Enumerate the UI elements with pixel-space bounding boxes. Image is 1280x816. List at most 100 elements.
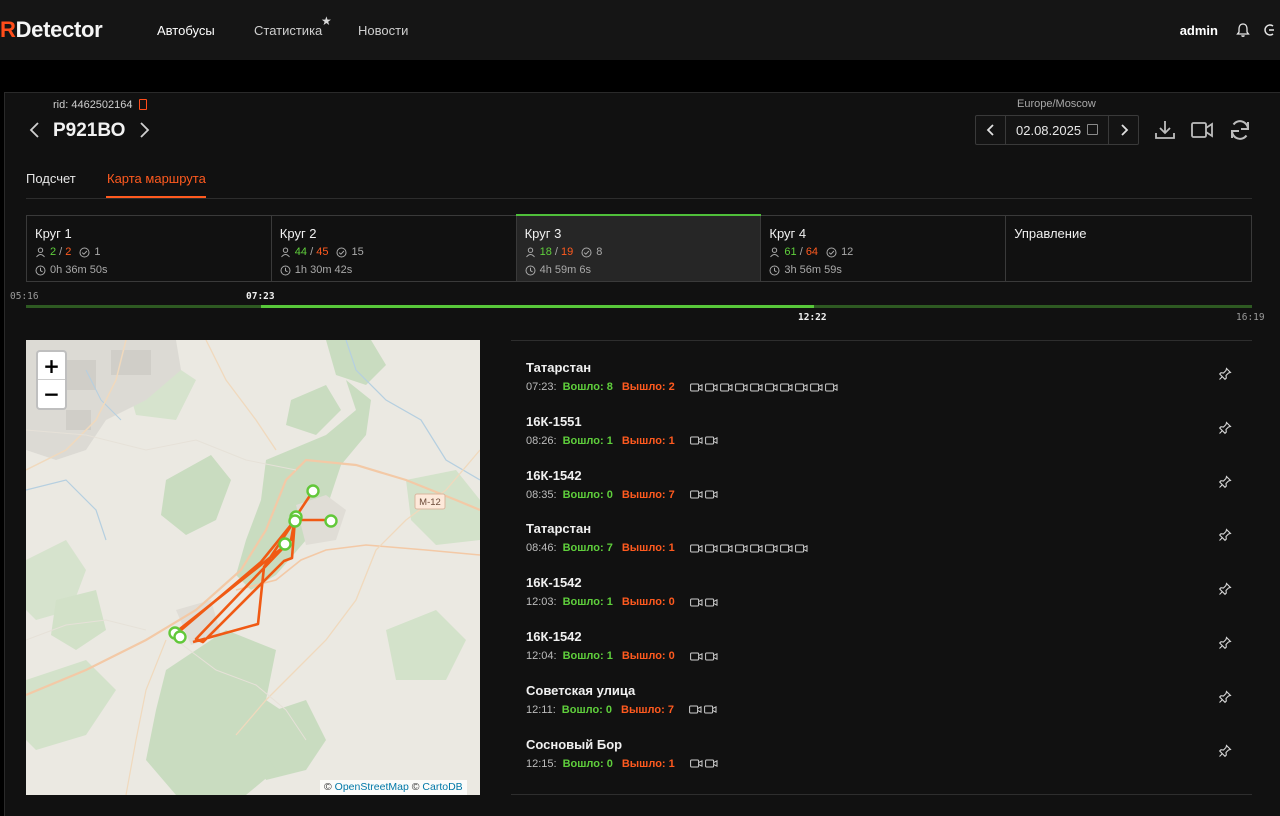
camera-icon[interactable] <box>734 544 748 553</box>
pin-icon[interactable] <box>1218 367 1232 381</box>
zoom-in-button[interactable]: + <box>38 352 65 380</box>
stop-row[interactable]: Сосновый Бор 12:15: Вошло: 0 Вышло: 1 <box>511 726 1252 780</box>
timeline-selected-end: 12:22 <box>798 312 827 323</box>
next-date-button[interactable] <box>1108 116 1138 144</box>
stop-marker <box>306 484 320 498</box>
prev-vehicle-icon[interactable] <box>27 120 43 140</box>
camera-icon[interactable] <box>794 544 808 553</box>
stops-list: Татарстан 07:23: Вошло: 8 Вышло: 2 16К-1551 0… <box>511 340 1252 795</box>
camera-icon[interactable] <box>704 652 718 661</box>
nav-buses[interactable]: Автобусы <box>157 23 215 38</box>
clock-icon <box>35 265 46 275</box>
camera-icon[interactable] <box>704 544 718 553</box>
camera-icon[interactable] <box>764 544 778 553</box>
copy-icon[interactable] <box>139 99 147 110</box>
pin-icon[interactable] <box>1218 475 1232 489</box>
logout-icon[interactable] <box>1262 22 1276 38</box>
lap-in: 44 <box>294 246 308 258</box>
stop-row[interactable]: Советская улица 12:11: Вошло: 0 Вышло: 7 <box>511 672 1252 726</box>
calendar-icon[interactable] <box>1087 124 1098 135</box>
camera-icon[interactable] <box>689 652 703 661</box>
camera-icon[interactable] <box>689 598 703 607</box>
lap-card-3[interactable]: Круг 3 18 / 19 8 4h 59m 6s <box>515 214 762 281</box>
lap-duration: 1h 30m 42s <box>294 264 353 276</box>
pin-icon[interactable] <box>1218 636 1232 650</box>
pin-icon[interactable] <box>1218 690 1232 704</box>
bell-icon[interactable] <box>1236 22 1250 38</box>
stop-meta: 12:04: Вошло: 1 Вышло: 0 <box>526 650 718 662</box>
camera-icon[interactable] <box>764 383 778 392</box>
camera-icon[interactable] <box>704 383 718 392</box>
lap-checks: 12 <box>841 246 854 258</box>
tab-route-map[interactable]: Карта маршрута <box>107 171 206 186</box>
pin-icon[interactable] <box>1218 744 1232 758</box>
camera-icon[interactable] <box>719 383 733 392</box>
stop-row[interactable]: 16К-1542 08:35: Вошло: 0 Вышло: 7 <box>511 457 1252 511</box>
camera-icon[interactable] <box>689 490 703 499</box>
camera-icon[interactable] <box>719 544 733 553</box>
stop-row[interactable]: 16К-1542 12:03: Вошло: 1 Вышло: 0 <box>511 564 1252 618</box>
camera-icon[interactable] <box>809 383 823 392</box>
pin-icon[interactable] <box>1218 582 1232 596</box>
lap-duration-row: 0h 36m 50s <box>35 264 107 276</box>
stop-row[interactable]: 16К-1551 08:26: Вошло: 1 Вышло: 1 <box>511 403 1252 457</box>
timeline-selected-range[interactable] <box>261 305 815 308</box>
lap-card-4[interactable]: Круг 4 61 / 64 12 3h 56m 59s <box>761 216 1007 281</box>
tab-count[interactable]: Подсчет <box>26 171 76 186</box>
clock-icon <box>769 265 780 275</box>
camera-icon[interactable] <box>794 383 808 392</box>
camera-icon[interactable] <box>689 436 703 445</box>
camera-icon[interactable] <box>779 383 793 392</box>
camera-icon[interactable] <box>689 759 703 768</box>
carto-link[interactable]: CartoDB <box>422 781 462 793</box>
stop-meta: 12:15: Вошло: 0 Вышло: 1 <box>526 758 718 770</box>
stop-row[interactable]: Татарстан 08:46: Вошло: 7 Вышло: 1 <box>511 510 1252 564</box>
stop-meta: 12:03: Вошло: 1 Вышло: 0 <box>526 596 718 608</box>
stop-marker <box>173 630 187 644</box>
timeline-end: 16:19 <box>1236 312 1265 323</box>
stop-meta: 08:46: Вошло: 7 Вышло: 1 <box>526 542 808 554</box>
download-icon[interactable] <box>1153 118 1177 142</box>
lap-title: Круг 2 <box>279 226 317 241</box>
osm-link[interactable]: OpenStreetMap <box>335 781 409 793</box>
camera-icon[interactable] <box>689 383 703 392</box>
route-map[interactable]: М-12 <box>26 340 480 795</box>
camera-icon[interactable] <box>704 759 718 768</box>
camera-icon[interactable] <box>704 490 718 499</box>
date-picker[interactable]: 02.08.2025 <box>975 115 1139 145</box>
camera-icon[interactable] <box>689 705 702 714</box>
nav-news[interactable]: Новости <box>358 23 408 38</box>
camera-list <box>689 490 718 499</box>
stop-row[interactable]: 16К-1542 12:04: Вошло: 1 Вышло: 0 <box>511 618 1252 672</box>
person-icon <box>525 247 535 257</box>
stop-row[interactable]: Татарстан 07:23: Вошло: 8 Вышло: 2 <box>511 349 1252 403</box>
logo[interactable]: RDetector <box>0 17 103 43</box>
lap-card-2[interactable]: Круг 2 44 / 45 15 1h 30m 42s <box>272 216 517 281</box>
lap-out: 64 <box>805 246 819 258</box>
user-name[interactable]: admin <box>1180 23 1218 38</box>
nav-statistics[interactable]: Статистика <box>254 23 322 38</box>
zoom-out-button[interactable]: − <box>38 380 65 408</box>
camera-icon[interactable] <box>704 436 718 445</box>
prev-date-button[interactable] <box>976 116 1006 144</box>
camera-icon[interactable] <box>689 544 703 553</box>
camera-icon[interactable] <box>704 705 717 714</box>
camera-icon[interactable] <box>749 544 763 553</box>
camera-icon[interactable] <box>704 598 718 607</box>
pin-icon[interactable] <box>1218 528 1232 542</box>
management-card[interactable]: Управление <box>1006 216 1251 281</box>
camera-icon[interactable] <box>824 383 838 392</box>
video-camera-icon[interactable] <box>1190 118 1214 142</box>
stop-in-label: Вошло: <box>562 434 604 447</box>
camera-icon[interactable] <box>749 383 763 392</box>
camera-icon[interactable] <box>779 544 793 553</box>
check-circle-icon <box>79 247 90 257</box>
chevron-right-icon <box>1120 124 1128 136</box>
pin-icon[interactable] <box>1218 421 1232 435</box>
next-vehicle-icon[interactable] <box>136 120 152 140</box>
camera-icon[interactable] <box>734 383 748 392</box>
stop-marker <box>278 537 292 551</box>
date-value[interactable]: 02.08.2025 <box>1016 123 1081 138</box>
lap-card-1[interactable]: Круг 1 2 / 2 1 0h 36m 50s <box>27 216 272 281</box>
refresh-icon[interactable] <box>1228 118 1252 142</box>
